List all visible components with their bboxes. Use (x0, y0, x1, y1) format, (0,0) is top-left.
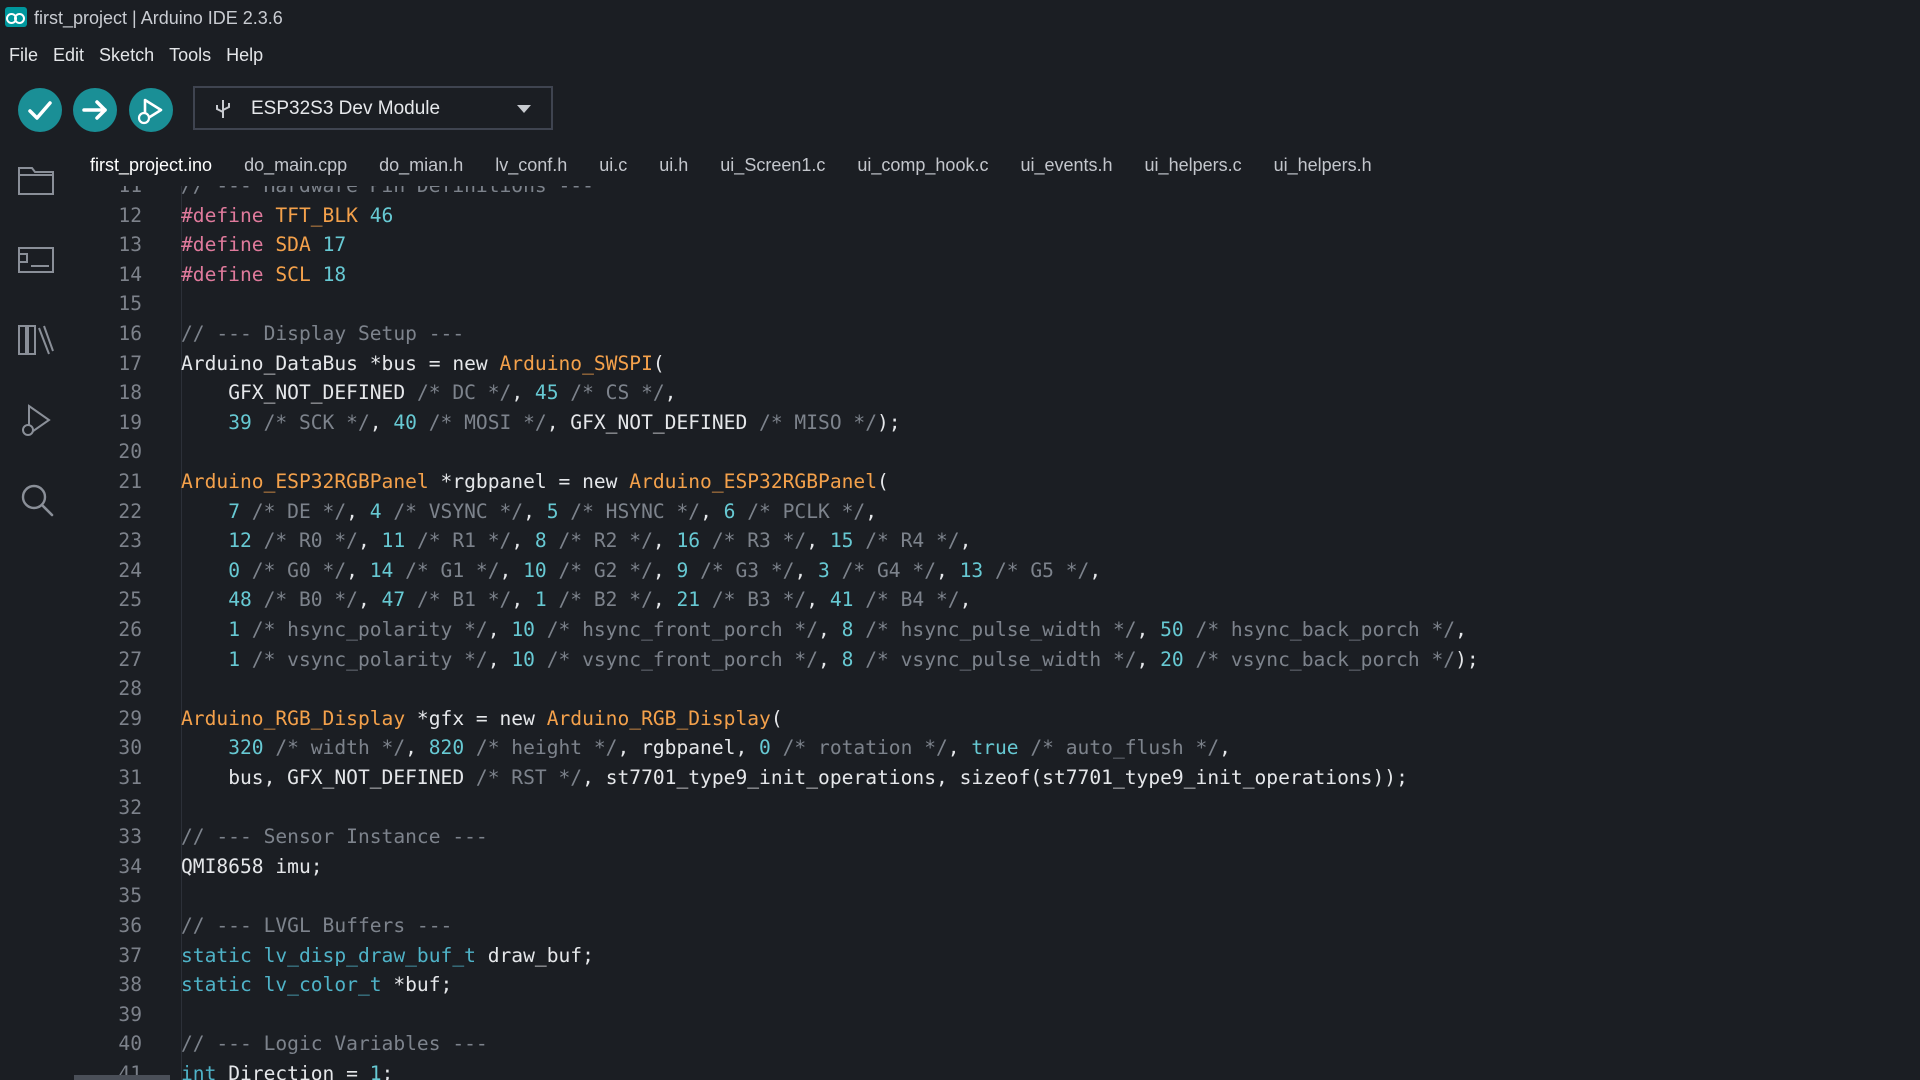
line-number: 33 (118, 825, 142, 849)
code-line[interactable]: Arduino_RGB_Display *gfx = new Arduino_R… (181, 704, 783, 734)
code-editor[interactable]: 11 12 13 14 15 16 17 18 19 20 21 22 23 24 25 26 27 28 29 30… (74, 186, 1920, 1080)
code-line[interactable]: // --- Hardware Pin Definitions --- (181, 186, 594, 201)
line-number: 12 (118, 203, 142, 227)
line-number: 11 (82, 186, 142, 201)
tab-ui-screen1-c[interactable]: ui_Screen1.c (704, 146, 841, 186)
code-line[interactable]: QMI8658 imu; (181, 852, 323, 882)
board-name: ESP32S3 Dev Module (251, 98, 441, 119)
line-number: 38 (118, 973, 142, 997)
debug-button[interactable] (129, 88, 173, 132)
checkmark-icon (28, 101, 52, 120)
code-line[interactable]: 12 /* R0 */, 11 /* R1 */, 8 /* R2 */, 16… (181, 526, 971, 556)
tab-first-project-ino[interactable]: first_project.ino (74, 146, 228, 186)
activity-sidebar (0, 140, 74, 1080)
code-line[interactable]: // --- Logic Variables --- (181, 1029, 488, 1059)
tab-do-main-cpp[interactable]: do_main.cpp (228, 146, 363, 186)
tab-ui-comp-hook-c[interactable]: ui_comp_hook.c (841, 146, 1004, 186)
tab-ui-helpers-c[interactable]: ui_helpers.c (1129, 146, 1258, 186)
line-number: 18 (118, 381, 142, 405)
tab-ui-c[interactable]: ui.c (583, 146, 643, 186)
line-number: 31 (118, 766, 142, 789)
search-icon[interactable] (15, 478, 59, 522)
code-area[interactable]: // --- Hardware Pin Definitions ---#defi… (181, 186, 1911, 1080)
menu-bar: File Edit Sketch Tools Help (0, 40, 269, 70)
upload-button[interactable] (73, 88, 117, 132)
usb-icon (216, 100, 230, 118)
line-number: 26 (118, 618, 142, 641)
debug-panel-icon[interactable] (15, 398, 59, 442)
line-number: 29 (118, 706, 142, 730)
window-title: first_project | Arduino IDE 2.3.6 (34, 8, 283, 28)
line-number: 19 (118, 410, 142, 434)
line-number: 17 (118, 351, 142, 375)
horizontal-scrollbar[interactable] (74, 1075, 170, 1080)
code-line[interactable]: Arduino_ESP32RGBPanel *rgbpanel = new Ar… (181, 467, 889, 497)
line-number: 39 (118, 1002, 142, 1026)
tab-ui-events-h[interactable]: ui_events.h (1004, 146, 1128, 186)
code-line[interactable]: 39 /* SCK */, 40 /* MOSI */, GFX_NOT_DEF… (181, 408, 900, 438)
line-number: 37 (118, 943, 142, 967)
editor-tabs: first_project.ino do_main.cpp do_mian.h … (74, 146, 1388, 186)
menu-sketch[interactable]: Sketch (99, 40, 154, 70)
code-line[interactable]: bus, GFX_NOT_DEFINED /* RST */, st7701_t… (181, 763, 1408, 793)
line-number: 35 (118, 884, 142, 908)
board-selector[interactable]: ESP32S3 Dev Module (193, 86, 553, 130)
line-number: 40 (118, 1032, 142, 1056)
chevron-down-icon (517, 105, 531, 113)
code-line[interactable]: static lv_disp_draw_buf_t draw_buf; (181, 941, 594, 971)
code-line[interactable]: 1 /* hsync_polarity */, 10 /* hsync_fron… (181, 615, 1467, 645)
tab-ui-h[interactable]: ui.h (643, 146, 704, 186)
code-line[interactable]: #define TFT_BLK 46 (181, 201, 393, 231)
debug-icon (137, 98, 163, 125)
code-line[interactable]: 320 /* width */, 820 /* height */, rgbpa… (181, 733, 1231, 763)
library-manager-icon[interactable] (15, 318, 59, 362)
code-line[interactable]: #define SDA 17 (181, 230, 346, 260)
line-number: 20 (118, 440, 142, 464)
code-line[interactable]: Arduino_DataBus *bus = new Arduino_SWSPI… (181, 349, 665, 379)
code-line[interactable]: // --- Display Setup --- (181, 319, 464, 349)
menu-edit[interactable]: Edit (53, 40, 84, 70)
line-number: 22 (118, 499, 142, 523)
line-number: 16 (118, 322, 142, 345)
line-number: 21 (118, 470, 142, 493)
line-number: 25 (118, 588, 142, 612)
code-line[interactable]: GFX_NOT_DEFINED /* DC */, 45 /* CS */, (181, 378, 676, 408)
line-number: 27 (118, 647, 142, 671)
line-number: 36 (118, 914, 142, 937)
line-number: 23 (118, 529, 142, 553)
line-number: 24 (118, 558, 142, 582)
tab-lv-conf-h[interactable]: lv_conf.h (479, 146, 583, 186)
code-line[interactable]: 7 /* DE */, 4 /* VSYNC */, 5 /* HSYNC */… (181, 497, 877, 527)
line-number: 13 (118, 233, 142, 257)
code-line[interactable]: static lv_color_t *buf; (181, 970, 452, 1000)
arrow-right-icon (82, 100, 107, 120)
verify-button[interactable] (18, 88, 62, 132)
line-number: 32 (118, 795, 142, 819)
menu-help[interactable]: Help (226, 40, 263, 70)
code-line[interactable]: int Direction = 1; (181, 1059, 393, 1080)
line-number: 30 (118, 736, 142, 760)
tab-ui-helpers-h[interactable]: ui_helpers.h (1258, 146, 1388, 186)
code-line[interactable]: 1 /* vsync_polarity */, 10 /* vsync_fron… (181, 645, 1478, 675)
line-number: 15 (118, 292, 142, 316)
menu-file[interactable]: File (9, 40, 38, 70)
sketchbook-folder-icon[interactable] (15, 158, 59, 202)
line-number: 28 (118, 677, 142, 701)
code-line[interactable]: #define SCL 18 (181, 260, 346, 290)
code-line[interactable]: // --- Sensor Instance --- (181, 822, 488, 852)
arduino-logo-icon (5, 7, 27, 27)
title-bar: first_project | Arduino IDE 2.3.6 (0, 0, 1920, 36)
line-number: 34 (118, 854, 142, 878)
arduino-ide-window: first_project | Arduino IDE 2.3.6 File E… (0, 0, 1920, 1080)
code-line[interactable]: 0 /* G0 */, 14 /* G1 */, 10 /* G2 */, 9 … (181, 556, 1101, 586)
code-line[interactable]: // --- LVGL Buffers --- (181, 911, 452, 941)
line-number-gutter: 11 12 13 14 15 16 17 18 19 20 21 22 23 24 25 26 27 28 29 30… (74, 186, 174, 1080)
tab-do-mian-h[interactable]: do_mian.h (363, 146, 479, 186)
code-line[interactable]: 48 /* B0 */, 47 /* B1 */, 1 /* B2 */, 21… (181, 585, 971, 615)
menu-tools[interactable]: Tools (169, 40, 211, 70)
boards-manager-icon[interactable] (15, 238, 59, 282)
toolbar: ESP32S3 Dev Module (0, 80, 1920, 138)
line-number: 14 (118, 262, 142, 286)
